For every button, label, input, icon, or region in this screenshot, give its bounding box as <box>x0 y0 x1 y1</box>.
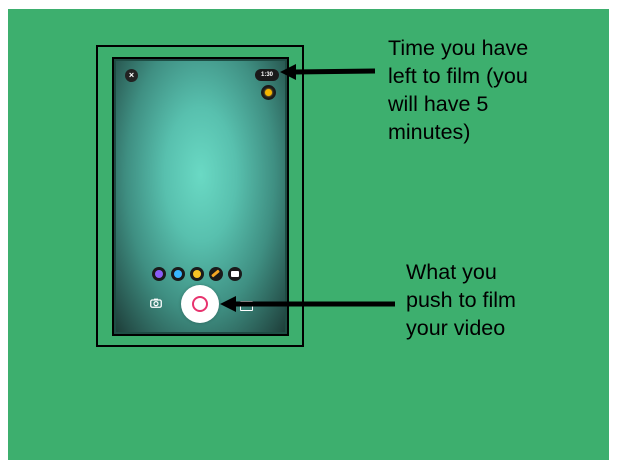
record-annotation: What you push to film your video <box>406 260 516 340</box>
record-arrow <box>220 296 395 312</box>
timer-annotation: Time you have left to film (you will hav… <box>388 36 529 144</box>
timer-arrow <box>280 64 376 80</box>
